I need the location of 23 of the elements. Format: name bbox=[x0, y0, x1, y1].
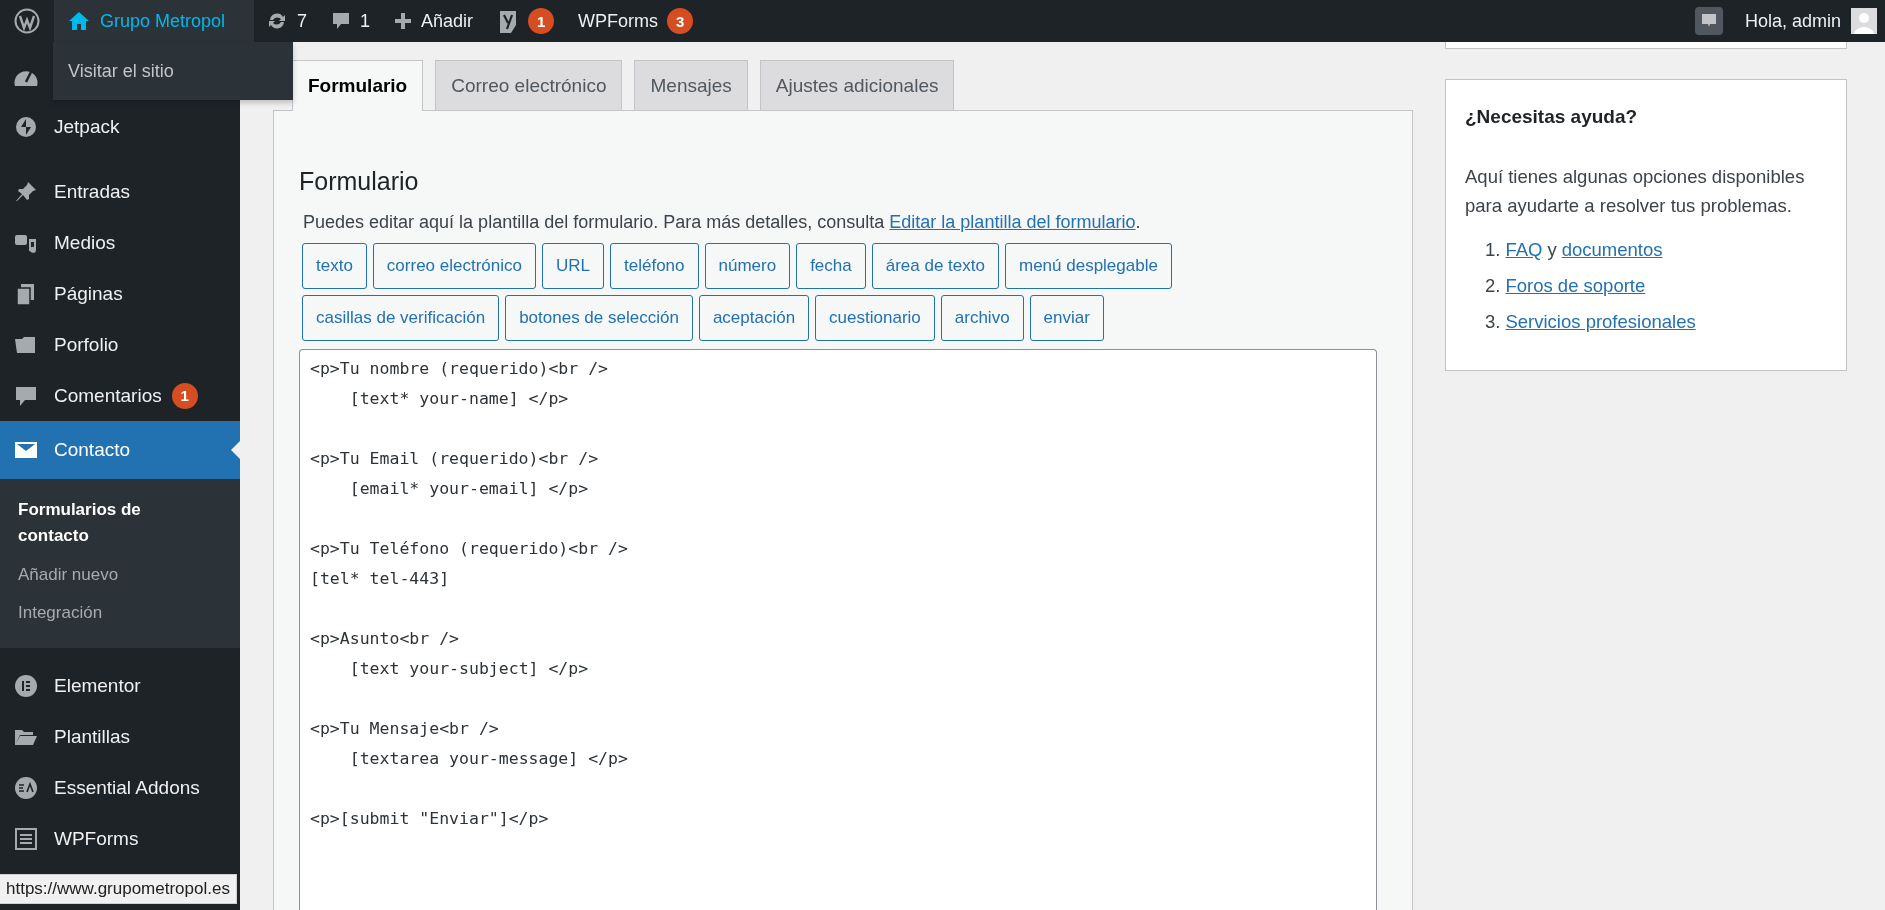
sidebar-item-label: Contacto bbox=[54, 439, 131, 461]
sidebar-item-label: WPForms bbox=[54, 827, 139, 850]
sidebar-item-label: Comentarios bbox=[54, 384, 162, 407]
help-title: ¿Necesitas ayuda? bbox=[1465, 106, 1639, 128]
description-text: Puedes editar aquí la plantilla del formulario. Para más detalles, consulta Editar la plantilla del formulario. bbox=[303, 212, 1142, 233]
list-number: 1. bbox=[1485, 238, 1501, 262]
list-number: 2. bbox=[1485, 274, 1501, 298]
sidebar-item-label: Entradas bbox=[54, 180, 131, 203]
help-text: Aquí tienes algunas opciones disponibles para ayudarte a resolver tus problemas. bbox=[1465, 165, 1806, 218]
sidebar-item-label: Elementor bbox=[54, 674, 141, 697]
conjunction-text: y bbox=[1547, 238, 1557, 262]
sidebar-item-label: Páginas bbox=[54, 282, 123, 305]
sidebar-item-label: Porfolio bbox=[54, 333, 119, 356]
section-heading: Formulario bbox=[299, 167, 420, 196]
sidebar-item-label: Jetpack bbox=[54, 115, 120, 138]
notification-badge: 3 bbox=[667, 8, 694, 34]
list-number: 3. bbox=[1485, 310, 1501, 334]
sidebar-item-label: Medios bbox=[54, 231, 116, 254]
status-url-tooltip: https://www.grupometropol.es bbox=[0, 874, 237, 904]
sidebar-item-label: Plantillas bbox=[54, 725, 131, 748]
notification-badge: 1 bbox=[528, 8, 555, 34]
count-badge: 1 bbox=[171, 382, 198, 409]
sidebar-item-label: Essential Addons bbox=[54, 776, 200, 799]
